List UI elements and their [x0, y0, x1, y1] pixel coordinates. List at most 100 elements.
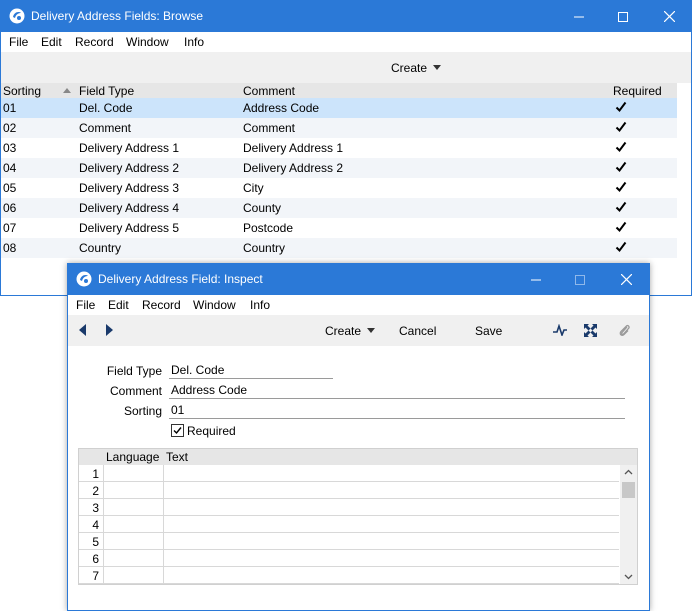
table-row[interactable]: 07 Delivery Address 5 Postcode — [1, 218, 677, 238]
menu-window[interactable]: Window — [126, 35, 169, 49]
browse-window-title: Delivery Address Fields: Browse — [31, 9, 204, 23]
translation-matrix: Language Text 1 2 3 4 5 6 7 — [78, 448, 638, 585]
previous-record-icon[interactable] — [79, 324, 87, 336]
table-row[interactable]: 06 Delivery Address 4 County — [1, 198, 677, 218]
close-button[interactable] — [646, 1, 692, 32]
inspect-close-button[interactable] — [603, 264, 649, 295]
cell-sorting: 05 — [3, 181, 17, 195]
matrix-row[interactable]: 5 — [79, 533, 619, 550]
inspect-window: Delivery Address Field: Inspect File Edi… — [67, 263, 650, 611]
expand-icon[interactable] — [584, 324, 597, 337]
menu-edit[interactable]: Edit — [108, 298, 129, 312]
column-header-language[interactable]: Language — [106, 450, 159, 464]
attachment-icon[interactable] — [618, 323, 630, 338]
required-checkbox[interactable] — [171, 424, 184, 437]
column-header-sorting[interactable]: Sorting — [3, 84, 41, 98]
sorting-field[interactable]: 01 — [169, 403, 625, 419]
row-number: 2 — [92, 484, 99, 498]
field-type-field[interactable]: Del. Code — [169, 363, 333, 379]
create-button[interactable]: Create — [391, 61, 442, 75]
maximize-button[interactable] — [600, 1, 646, 32]
menu-file[interactable]: File — [76, 298, 95, 312]
browse-titlebar[interactable]: Delivery Address Fields: Browse — [1, 1, 691, 32]
chevron-down-icon — [433, 65, 442, 70]
inspect-menubar: File Edit Record Window Info — [68, 295, 649, 315]
chevron-down-icon — [367, 328, 376, 333]
scroll-up-icon[interactable] — [624, 469, 633, 475]
cancel-button[interactable]: Cancel — [399, 324, 436, 338]
minimize-button[interactable] — [556, 1, 602, 32]
menu-record[interactable]: Record — [75, 35, 114, 49]
activity-icon[interactable] — [553, 324, 567, 336]
cell-sorting: 01 — [3, 101, 17, 115]
checkmark-icon — [615, 161, 627, 173]
scrollbar-thumb[interactable] — [622, 482, 635, 498]
matrix-row[interactable]: 4 — [79, 516, 619, 533]
close-icon — [663, 11, 675, 22]
close-icon — [620, 274, 632, 285]
table-row[interactable]: 04 Delivery Address 2 Delivery Address 2 — [1, 158, 677, 178]
row-number: 5 — [92, 535, 99, 549]
row-number: 4 — [92, 518, 99, 532]
scroll-down-icon[interactable] — [624, 574, 633, 580]
cell-sorting: 07 — [3, 221, 17, 235]
comment-field[interactable]: Address Code — [169, 383, 625, 399]
inspect-toolbar: Create Cancel Save — [68, 315, 649, 346]
table-row[interactable]: 05 Delivery Address 3 City — [1, 178, 677, 198]
matrix-header: Language Text — [79, 449, 637, 465]
cell-comment: County — [243, 201, 282, 215]
checkmark-icon — [615, 121, 627, 133]
inspect-create-label: Create — [325, 324, 362, 338]
cell-field-type: Country — [79, 241, 122, 255]
column-header-comment[interactable]: Comment — [243, 84, 295, 98]
app-logo-icon — [9, 8, 25, 24]
matrix-row[interactable]: 3 — [79, 499, 619, 516]
table-row[interactable]: 01 Del. Code Address Code — [1, 98, 677, 118]
checkmark-icon — [615, 141, 627, 153]
column-header-required[interactable]: Required — [613, 84, 662, 98]
table-row[interactable]: 02 Comment Comment — [1, 118, 677, 138]
table-row[interactable]: 03 Delivery Address 1 Delivery Address 1 — [1, 138, 677, 158]
menu-file[interactable]: File — [9, 35, 28, 49]
menu-window[interactable]: Window — [193, 298, 236, 312]
inspect-create-button[interactable]: Create — [325, 324, 376, 338]
menu-edit[interactable]: Edit — [41, 35, 62, 49]
inspect-maximize-button[interactable] — [557, 264, 603, 295]
inspect-titlebar[interactable]: Delivery Address Field: Inspect — [68, 264, 649, 295]
checkmark-icon — [615, 101, 627, 113]
matrix-row[interactable]: 7 — [79, 567, 619, 584]
checkmark-icon — [173, 427, 182, 435]
field-type-value: Del. Code — [171, 363, 225, 377]
inspect-minimize-button[interactable] — [513, 264, 559, 295]
column-header-field-type[interactable]: Field Type — [79, 84, 134, 98]
save-button[interactable]: Save — [475, 324, 502, 338]
sorting-label: Sorting — [123, 404, 162, 418]
cell-comment: Postcode — [243, 221, 294, 235]
matrix-scrollbar[interactable] — [620, 465, 637, 584]
next-record-icon[interactable] — [105, 324, 113, 336]
cell-field-type: Del. Code — [79, 101, 133, 115]
matrix-row[interactable]: 6 — [79, 550, 619, 567]
comment-value: Address Code — [171, 383, 248, 397]
cell-comment: Delivery Address 1 — [243, 141, 344, 155]
maximize-icon — [575, 274, 585, 285]
table-row[interactable]: 08 Country Country — [1, 238, 677, 258]
matrix-row[interactable]: 2 — [79, 482, 619, 499]
cell-comment: City — [243, 181, 264, 195]
menu-info[interactable]: Info — [184, 35, 204, 49]
create-button-label: Create — [391, 61, 428, 75]
maximize-icon — [618, 11, 628, 22]
matrix-row[interactable]: 1 — [79, 465, 619, 482]
required-label: Required — [187, 424, 236, 438]
browse-window: Delivery Address Fields: Browse File Edi… — [0, 0, 692, 296]
cell-field-type: Delivery Address 1 — [79, 141, 180, 155]
menu-record[interactable]: Record — [142, 298, 181, 312]
minimize-icon — [531, 279, 541, 280]
cell-field-type: Delivery Address 5 — [79, 221, 180, 235]
checkmark-icon — [615, 201, 627, 213]
column-header-text[interactable]: Text — [166, 450, 188, 464]
sorting-value: 01 — [171, 403, 185, 417]
menu-info[interactable]: Info — [250, 298, 270, 312]
browse-toolbar: Create — [1, 52, 691, 83]
cell-comment: Comment — [243, 121, 296, 135]
